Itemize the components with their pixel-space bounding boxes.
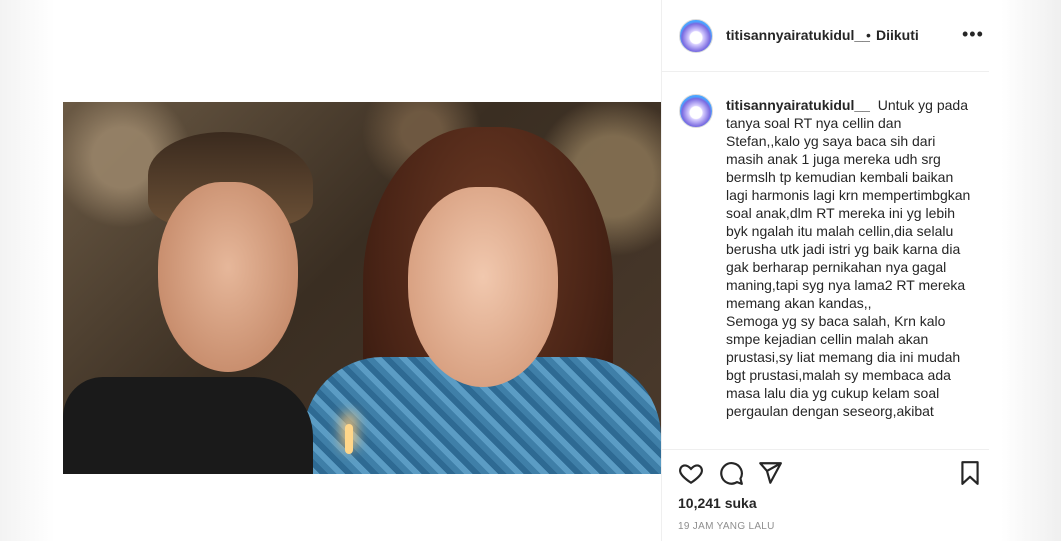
- post-media: [55, 0, 661, 541]
- like-count[interactable]: 10,241 suka: [678, 495, 757, 511]
- photo-man-face: [158, 182, 298, 372]
- more-options-icon[interactable]: •••: [962, 24, 984, 45]
- photo-woman-face: [408, 187, 558, 387]
- post-actions: 10,241 suka 19 JAM YANG LALU: [662, 449, 989, 542]
- right-backdrop: [1001, 0, 1061, 541]
- photo-man-shirt: [63, 377, 313, 474]
- post-sidebar: titisannyairatukidul__ • Diikuti ••• tit…: [661, 0, 1001, 541]
- bookmark-icon[interactable]: [957, 460, 983, 486]
- comment-icon[interactable]: [718, 460, 744, 486]
- left-backdrop: [0, 0, 55, 541]
- post-photo[interactable]: [63, 102, 661, 474]
- caption-text: Untuk yg pada tanya soal RT nya cellin d…: [726, 97, 971, 419]
- author-username[interactable]: titisannyairatukidul__: [726, 27, 870, 43]
- separator-dot: •: [866, 27, 871, 43]
- comments-area[interactable]: titisannyairatukidul__ Untuk yg pada tan…: [662, 72, 989, 445]
- send-icon[interactable]: [757, 460, 783, 486]
- post-modal: titisannyairatukidul__ • Diikuti ••• tit…: [55, 0, 1001, 541]
- follow-status-button[interactable]: Diikuti: [876, 27, 919, 43]
- photo-candle: [345, 424, 353, 454]
- caption-author-avatar[interactable]: [679, 94, 713, 128]
- post-header: titisannyairatukidul__ • Diikuti •••: [662, 0, 989, 72]
- author-avatar[interactable]: [679, 19, 713, 53]
- post-caption: titisannyairatukidul__ Untuk yg pada tan…: [726, 96, 976, 420]
- caption-username[interactable]: titisannyairatukidul__: [726, 97, 870, 113]
- heart-icon[interactable]: [678, 460, 704, 486]
- post-timestamp[interactable]: 19 JAM YANG LALU: [678, 521, 775, 532]
